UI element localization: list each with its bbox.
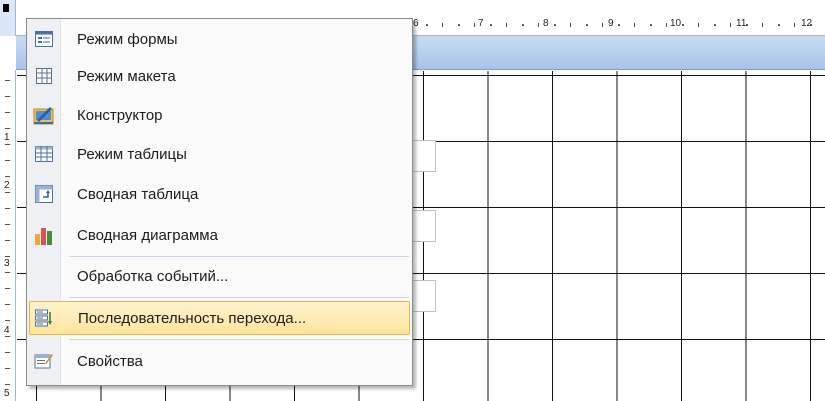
ruler-tick (5, 320, 10, 321)
ruler-tick (490, 24, 492, 26)
ruler-tick (5, 160, 10, 161)
ruler-tick (5, 240, 10, 241)
vertical-ruler[interactable]: 1 2 3 4 5 (0, 70, 16, 401)
ruler-tick (730, 23, 731, 27)
menu-item-label: Свойства (77, 352, 143, 370)
ruler-tick (794, 23, 795, 27)
ruler-tick (506, 23, 507, 27)
menu-separator (69, 256, 409, 257)
layout-view-icon (29, 59, 59, 93)
ruler-label: 8 (543, 18, 549, 29)
ruler-tick (570, 23, 571, 27)
ruler-tick (522, 24, 524, 26)
ruler-tick (5, 176, 10, 177)
ruler-tick (426, 24, 428, 26)
ruler-tick (5, 224, 10, 225)
tab-order-icon (30, 301, 60, 335)
ruler-tick (5, 144, 10, 145)
ruler-tick (5, 368, 10, 369)
menu-item-label: Последовательность перехода... (78, 309, 307, 327)
form-selector[interactable] (0, 0, 16, 36)
menu-item-layout-view[interactable]: Режим макета (29, 59, 410, 93)
pivot-chart-icon (29, 218, 59, 252)
ruler-tick (5, 272, 10, 273)
ruler-label: 4 (4, 325, 10, 336)
ruler-tick (442, 23, 443, 27)
ruler-tick (474, 23, 475, 27)
menu-item-pivot-table[interactable]: Сводная таблица (29, 177, 410, 211)
menu-item-label: Сводная таблица (77, 185, 199, 203)
empty-icon-slot (29, 259, 59, 293)
ruler-tick (538, 23, 539, 27)
ruler-label: 1 (4, 132, 10, 143)
datasheet-view-icon (29, 137, 59, 171)
properties-icon (29, 344, 59, 378)
menu-item-label: Режим формы (77, 30, 178, 48)
menu-item-properties[interactable]: Свойства (29, 344, 410, 378)
ruler-tick (810, 24, 812, 26)
menu-item-datasheet-view[interactable]: Режим таблицы (29, 137, 410, 171)
ruler-label: 6 (413, 18, 419, 29)
menu-item-label: Обработка событий... (77, 267, 229, 285)
ruler-label: 5 (4, 388, 10, 399)
ruler-tick (5, 208, 10, 209)
ruler-tick (458, 24, 460, 26)
ruler-tick (634, 23, 635, 27)
design-view-icon (29, 98, 59, 132)
text-box-control[interactable] (410, 140, 436, 172)
ruler-tick (762, 23, 763, 27)
ruler-label: 7 (478, 18, 484, 29)
ruler-label: 2 (4, 180, 10, 191)
ruler-tick (602, 23, 603, 27)
menu-separator (69, 339, 409, 340)
ruler-tick (618, 24, 620, 26)
form-selector-box (3, 4, 9, 12)
text-box-control[interactable] (410, 280, 436, 312)
ruler-tick (698, 23, 699, 27)
menu-item-event-handling[interactable]: Обработка событий... (29, 259, 410, 293)
context-menu: Режим формы Режим макета Конструктор Реж… (26, 18, 413, 386)
ruler-label: 10 (670, 18, 682, 29)
menu-item-label: Сводная диаграмма (77, 226, 218, 244)
menu-item-form-view[interactable]: Режим формы (29, 22, 410, 56)
ruler-tick (5, 96, 10, 97)
ruler-tick (5, 352, 10, 353)
menu-item-tab-order[interactable]: Последовательность перехода... (29, 301, 410, 335)
ruler-tick (5, 304, 10, 305)
menu-item-label: Конструктор (77, 106, 163, 124)
menu-item-label: Режим макета (77, 67, 176, 85)
ruler-label: 9 (608, 18, 614, 29)
ruler-tick (746, 24, 748, 26)
ruler-tick (5, 256, 10, 257)
ruler-tick (5, 384, 10, 385)
form-view-icon (29, 22, 59, 56)
ruler-tick (714, 24, 716, 26)
ruler-tick (586, 24, 588, 26)
ruler-tick (5, 80, 10, 81)
ruler-tick (778, 24, 780, 26)
pivot-table-icon (29, 177, 59, 211)
ruler-tick (666, 23, 667, 27)
ruler-tick (5, 192, 10, 193)
ruler-label: 3 (4, 258, 10, 269)
ruler-tick (554, 24, 556, 26)
ruler-tick (5, 112, 10, 113)
menu-item-label: Режим таблицы (77, 145, 187, 163)
ruler-tick (650, 24, 652, 26)
menu-item-design-view[interactable]: Конструктор (29, 98, 410, 132)
menu-item-pivot-chart[interactable]: Сводная диаграмма (29, 218, 410, 252)
ruler-tick (682, 24, 684, 26)
ruler-tick (5, 336, 10, 337)
menu-separator (69, 297, 409, 298)
ruler-label: 11 (736, 18, 747, 29)
ruler-tick (5, 288, 10, 289)
ruler-tick (5, 128, 10, 129)
text-box-control[interactable] (410, 210, 436, 242)
